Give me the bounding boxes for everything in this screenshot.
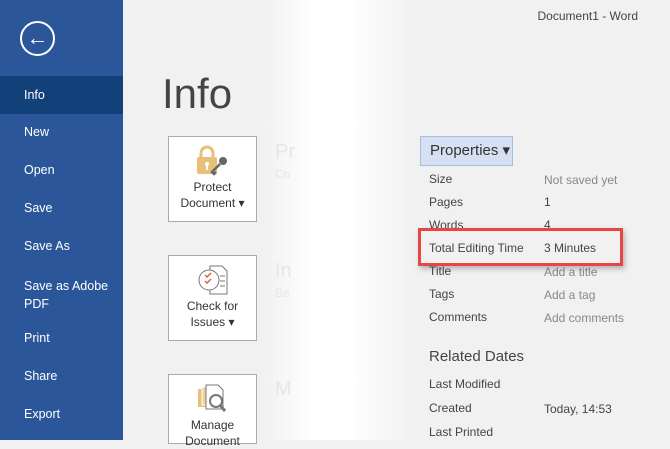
prop-value-tags[interactable]: Add a tag (544, 288, 595, 302)
checklist-icon (198, 265, 227, 295)
highlight-box (418, 228, 623, 266)
page-title: Info (162, 70, 233, 117)
sidebar-item-print[interactable]: Print (0, 331, 123, 345)
prop-value-size: Not saved yet (544, 173, 618, 187)
check-for-issues-button[interactable]: Check for Issues ▾ (168, 255, 257, 341)
prop-label-pages: Pages (429, 195, 464, 209)
check-for-issues-label: Check for Issues ▾ (186, 299, 239, 329)
protect-document-button[interactable]: Protect Document ▾ (168, 136, 257, 222)
sidebar-item-save-as[interactable]: Save As (0, 239, 123, 253)
prop-value-comments[interactable]: Add comments (544, 311, 624, 325)
manage-document-label: Manage Document (185, 418, 240, 448)
sidebar-item-open[interactable]: Open (0, 163, 123, 177)
lock-key-icon (196, 145, 227, 176)
sidebar-item-export[interactable]: Export (0, 407, 123, 421)
date-label-last-modified: Last Modified (429, 377, 501, 391)
manage-document-button[interactable]: Manage Document (168, 374, 257, 448)
prop-label-comments: Comments (429, 310, 488, 324)
prop-value-title[interactable]: Add a title (544, 265, 597, 279)
sidebar-item-save-as-pdf[interactable]: Save as Adobe PDF (0, 277, 110, 313)
prop-label-title: Title (429, 264, 452, 278)
manage-versions-icon (197, 384, 226, 412)
protect-heading-faded: Pr (275, 141, 295, 163)
protect-desc-faded: Co (275, 167, 291, 181)
inspect-heading-faded: In (275, 260, 292, 282)
date-value-created: Today, 14:53 (544, 402, 612, 416)
prop-label-tags: Tags (429, 287, 455, 301)
manage-heading-faded: M (275, 378, 292, 400)
backstage-sidebar: ← Info New Open Save Save As Save as Ado… (0, 0, 123, 440)
sidebar-item-info[interactable]: Info (0, 76, 123, 114)
sidebar-item-new[interactable]: New (0, 125, 123, 139)
prop-label-size: Size (429, 172, 453, 186)
window-title: Document1 - Word (537, 9, 638, 23)
protect-document-label: Protect Document ▾ (180, 180, 245, 210)
inspect-desc-faded: Be (275, 286, 290, 300)
sidebar-item-share[interactable]: Share (0, 369, 123, 383)
fade-overlay (262, 0, 412, 440)
date-label-last-printed: Last Printed (429, 425, 494, 439)
prop-value-pages: 1 (544, 195, 551, 209)
properties-dropdown[interactable]: Properties ▾ (420, 136, 513, 166)
back-arrow-icon[interactable]: ← (20, 21, 55, 56)
related-dates-heading: Related Dates (429, 348, 525, 365)
sidebar-item-save[interactable]: Save (0, 201, 123, 215)
date-label-created: Created (429, 401, 472, 415)
